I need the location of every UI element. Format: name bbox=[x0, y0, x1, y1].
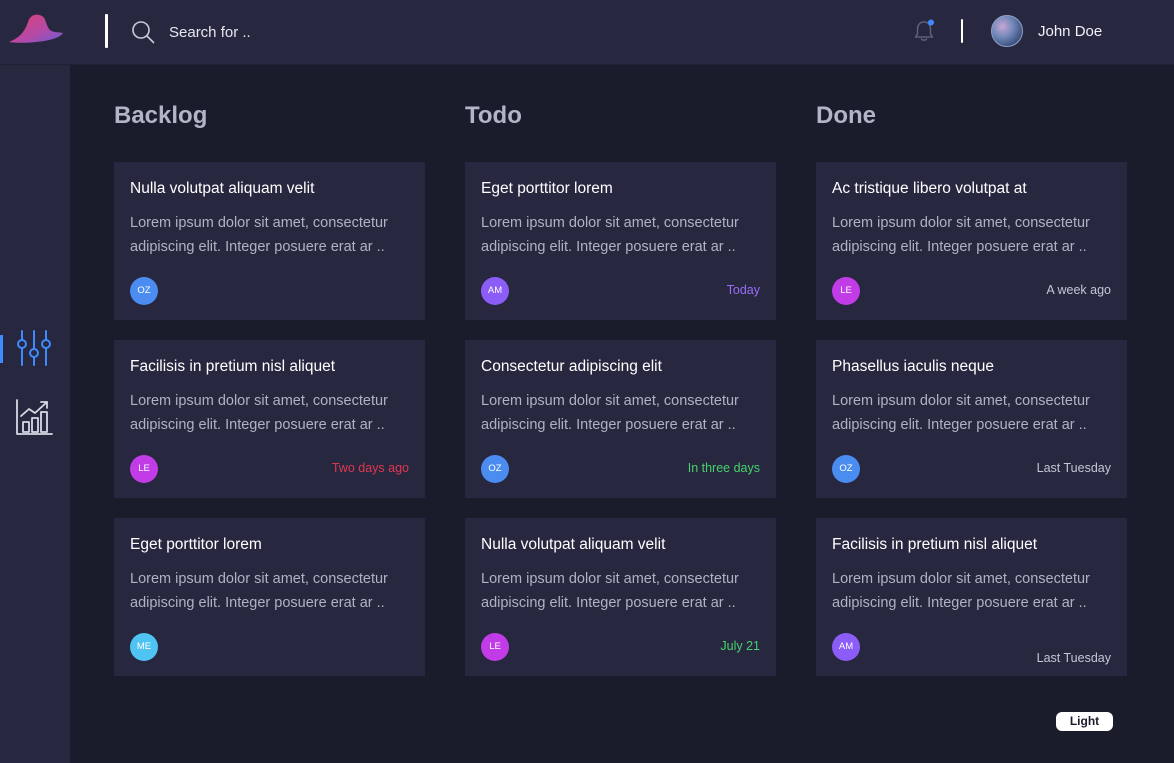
card-description: Lorem ipsum dolor sit amet, consectetur … bbox=[832, 215, 1090, 255]
column-title: Todo bbox=[465, 102, 522, 129]
assignee-avatar[interactable]: LE bbox=[832, 277, 860, 305]
column-done: Done Ac tristique libero volutpat at Lor… bbox=[816, 100, 1127, 696]
column-title: Done bbox=[816, 102, 876, 129]
assignee-avatar[interactable]: AM bbox=[832, 633, 860, 661]
due-date: Two days ago bbox=[331, 461, 409, 475]
assignee-avatar[interactable]: LE bbox=[481, 633, 509, 661]
assignee-avatar[interactable]: AM bbox=[481, 277, 509, 305]
card-title: Facilisis in pretium nisl aliquet bbox=[832, 536, 1038, 553]
column-title: Backlog bbox=[114, 102, 208, 129]
due-date: A week ago bbox=[1046, 283, 1111, 297]
task-card[interactable]: Consectetur adipiscing elit Lorem ipsum … bbox=[465, 340, 776, 498]
card-title: Phasellus iaculis neque bbox=[832, 358, 994, 375]
sliders-icon[interactable] bbox=[15, 329, 53, 367]
user-avatar[interactable] bbox=[991, 15, 1023, 47]
card-title: Nulla volutpat aliquam velit bbox=[481, 536, 666, 553]
hat-logo-icon[interactable] bbox=[8, 12, 64, 44]
sidebar bbox=[0, 65, 70, 763]
card-title: Ac tristique libero volutpat at bbox=[832, 180, 1027, 197]
card-title: Nulla volutpat aliquam velit bbox=[130, 180, 315, 197]
assignee-avatar[interactable]: LE bbox=[130, 455, 158, 483]
task-card[interactable]: Facilisis in pretium nisl aliquet Lorem … bbox=[816, 518, 1127, 676]
bell-icon[interactable] bbox=[911, 18, 937, 44]
due-date: Last Tuesday bbox=[1036, 651, 1111, 665]
user-name[interactable]: John Doe bbox=[1038, 23, 1102, 40]
due-date: Today bbox=[726, 283, 760, 297]
assignee-avatar[interactable]: OZ bbox=[832, 455, 860, 483]
column-backlog: Backlog Nulla volutpat aliquam velit Lor… bbox=[114, 100, 425, 696]
logo-divider bbox=[105, 14, 108, 48]
task-card[interactable]: Facilisis in pretium nisl aliquet Lorem … bbox=[114, 340, 425, 498]
due-date: In three days bbox=[687, 461, 760, 475]
card-description: Lorem ipsum dolor sit amet, consectetur … bbox=[130, 215, 388, 255]
light-theme-toggle[interactable]: Light bbox=[1056, 712, 1113, 731]
task-card[interactable]: Eget porttitor lorem Lorem ipsum dolor s… bbox=[114, 518, 425, 676]
sidebar-active-indicator bbox=[0, 335, 3, 363]
assignee-avatar[interactable]: ME bbox=[130, 633, 158, 661]
card-title: Consectetur adipiscing elit bbox=[481, 358, 662, 375]
user-divider bbox=[961, 19, 963, 43]
task-card[interactable]: Nulla volutpat aliquam velit Lorem ipsum… bbox=[465, 518, 776, 676]
card-title: Eget porttitor lorem bbox=[130, 536, 262, 553]
card-description: Lorem ipsum dolor sit amet, consectetur … bbox=[481, 393, 739, 433]
assignee-avatar[interactable]: OZ bbox=[130, 277, 158, 305]
search-icon[interactable] bbox=[131, 20, 155, 44]
column-todo: Todo Eget porttitor lorem Lorem ipsum do… bbox=[465, 100, 776, 696]
notification-dot bbox=[928, 19, 934, 26]
task-card[interactable]: Phasellus iaculis neque Lorem ipsum dolo… bbox=[816, 340, 1127, 498]
task-card[interactable]: Ac tristique libero volutpat at Lorem ip… bbox=[816, 162, 1127, 320]
card-description: Lorem ipsum dolor sit amet, consectetur … bbox=[130, 393, 388, 433]
card-title: Facilisis in pretium nisl aliquet bbox=[130, 358, 336, 375]
card-title: Eget porttitor lorem bbox=[481, 180, 613, 197]
due-date: Last Tuesday bbox=[1036, 461, 1111, 475]
task-card[interactable]: Eget porttitor lorem Lorem ipsum dolor s… bbox=[465, 162, 776, 320]
card-description: Lorem ipsum dolor sit amet, consectetur … bbox=[832, 571, 1090, 611]
search-input[interactable] bbox=[169, 18, 469, 46]
due-date: July 21 bbox=[720, 639, 760, 653]
card-description: Lorem ipsum dolor sit amet, consectetur … bbox=[130, 571, 388, 611]
task-card[interactable]: Nulla volutpat aliquam velit Lorem ipsum… bbox=[114, 162, 425, 320]
card-description: Lorem ipsum dolor sit amet, consectetur … bbox=[481, 215, 739, 255]
assignee-avatar[interactable]: OZ bbox=[481, 455, 509, 483]
bar-chart-growth-icon[interactable] bbox=[15, 398, 53, 436]
card-description: Lorem ipsum dolor sit amet, consectetur … bbox=[832, 393, 1090, 433]
top-bar: John Doe bbox=[0, 0, 1174, 65]
card-description: Lorem ipsum dolor sit amet, consectetur … bbox=[481, 571, 739, 611]
